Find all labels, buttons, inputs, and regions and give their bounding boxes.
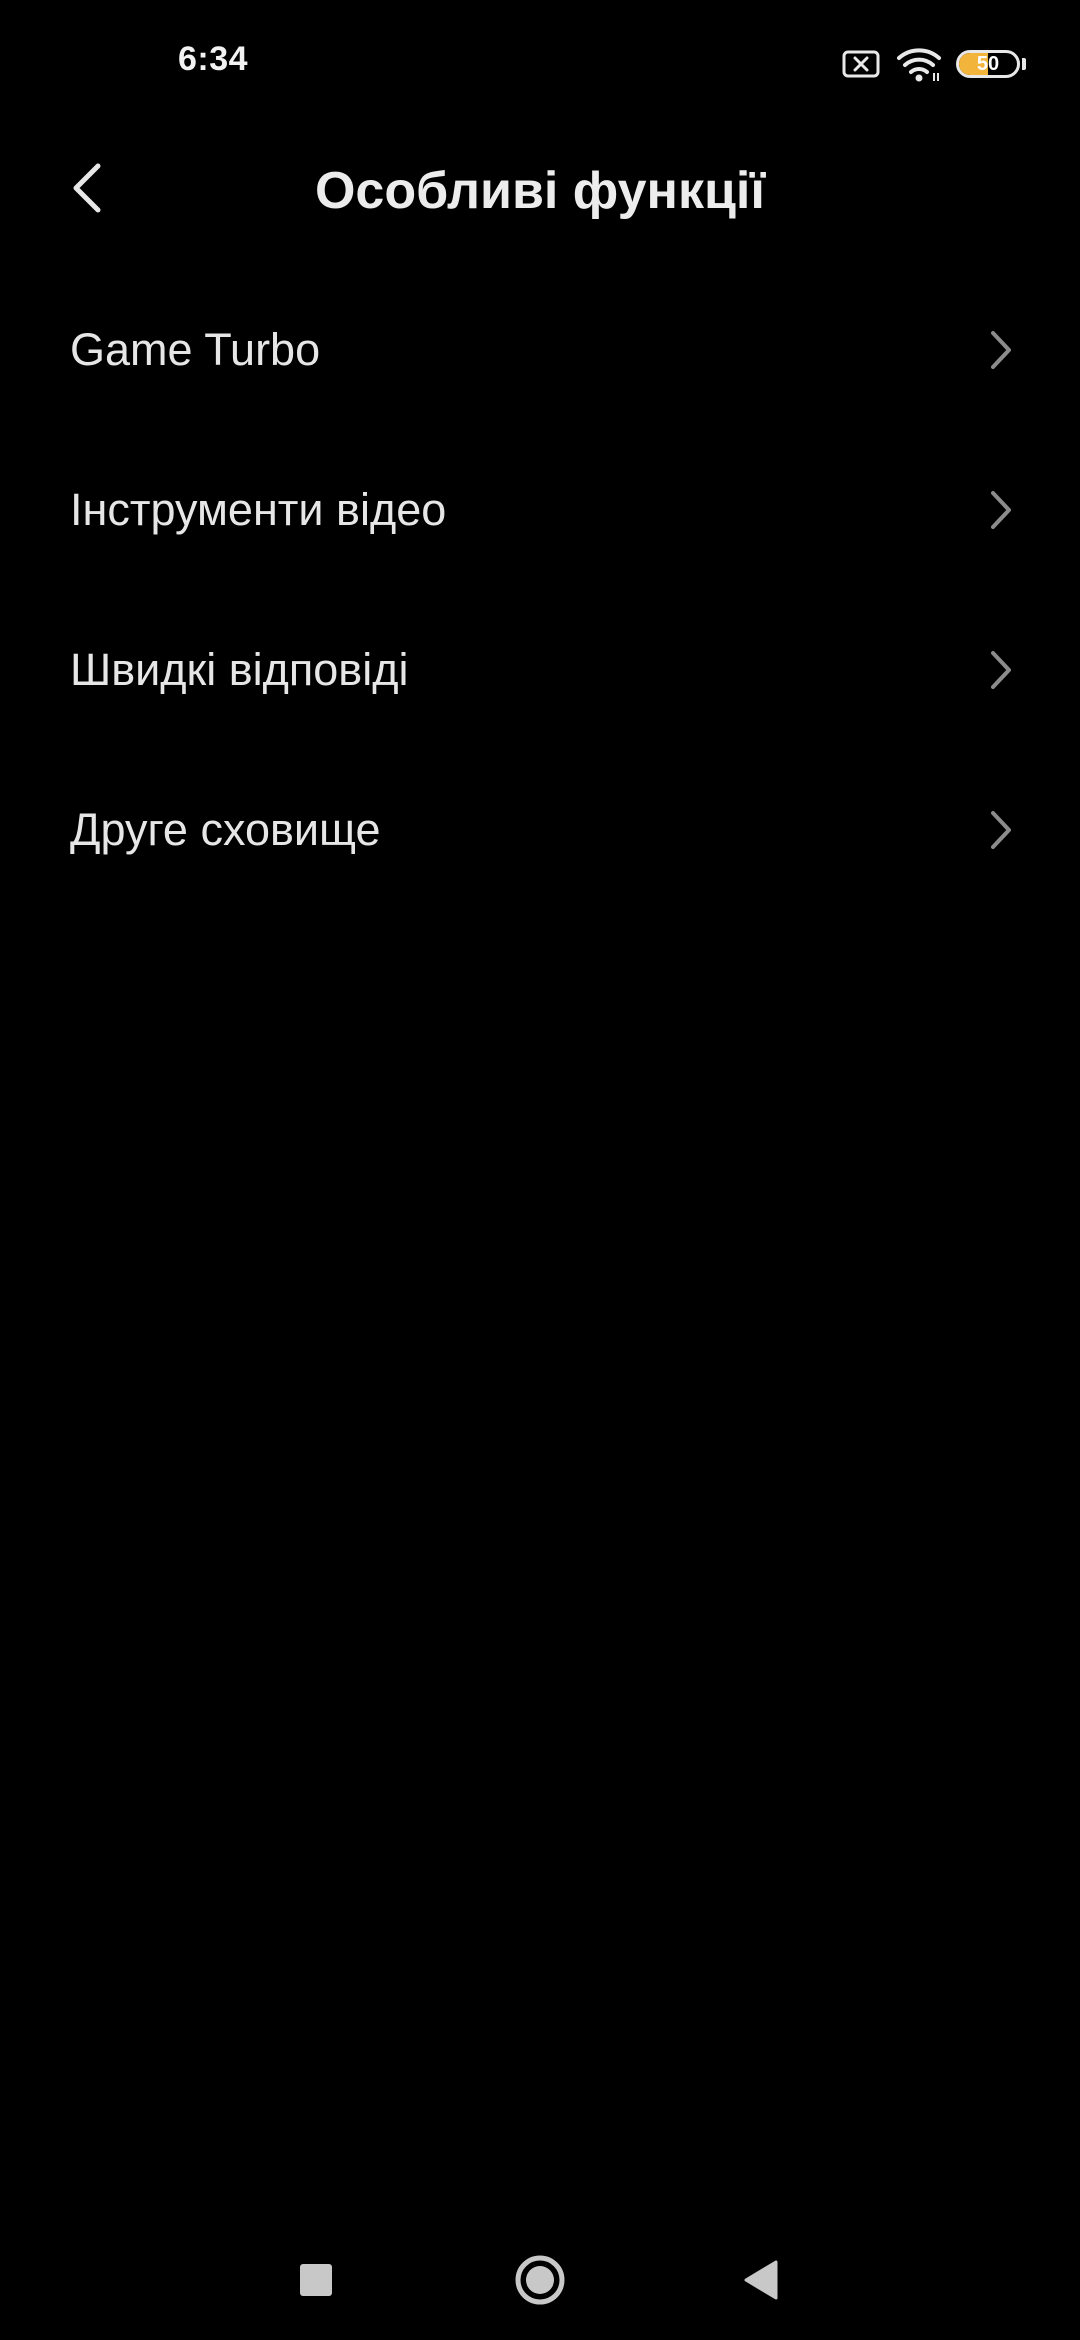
list-item-label: Друге сховище [70,804,381,855]
recents-button[interactable] [266,2230,366,2330]
settings-list: Game Turbo Інструменти відео Швидкі відп… [0,270,1080,910]
list-item-second-space[interactable]: Друге сховище [0,750,1080,910]
chevron-right-icon [991,491,1011,529]
navigation-bar [0,2200,1080,2340]
list-item-video-tools[interactable]: Інструменти відео [0,430,1080,590]
status-icons: 50 [842,44,1026,84]
battery-icon: 50 [956,50,1020,78]
list-item-label: Швидкі відповіді [70,644,409,695]
sim-missing-icon [842,50,880,78]
back-triangle-icon [744,2260,778,2300]
nav-back-button[interactable] [710,2230,810,2330]
recents-square-icon [300,2264,332,2296]
list-item-game-turbo[interactable]: Game Turbo [0,270,1080,430]
list-item-label: Інструменти відео [70,484,447,535]
wifi-icon [897,48,941,82]
chevron-right-icon [991,651,1011,689]
home-circle-icon [515,2255,565,2305]
chevron-right-icon [991,811,1011,849]
header: Особливі функції [0,126,1080,256]
page-title: Особливі функції [314,162,766,220]
status-time: 6:34 [178,40,249,78]
list-item-label: Game Turbo [70,324,321,375]
status-bar: 6:34 50 [0,0,1080,126]
list-item-quick-replies[interactable]: Швидкі відповіді [0,590,1080,750]
chevron-right-icon [991,331,1011,369]
battery-level: 50 [976,53,1000,75]
home-button[interactable] [490,2230,590,2330]
battery-tip [1022,58,1026,70]
